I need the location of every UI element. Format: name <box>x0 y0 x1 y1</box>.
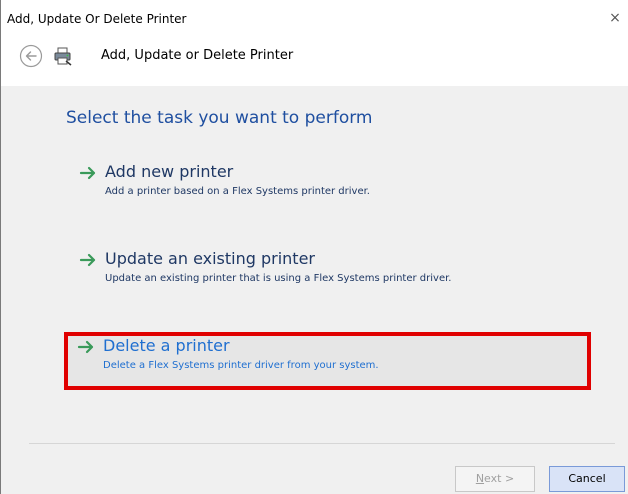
title-bar[interactable]: Add, Update Or Delete Printer × <box>1 0 628 30</box>
next-label: ext > <box>484 472 515 485</box>
wizard-title: Add, Update or Delete Printer <box>101 48 294 63</box>
instruction-heading: Select the task you want to perform <box>66 108 373 128</box>
printer-icon <box>53 46 73 66</box>
wizard-header: Add, Update or Delete Printer <box>1 30 628 86</box>
cancel-button[interactable]: Cancel <box>549 466 625 492</box>
option-title: Update an existing printer <box>105 249 315 268</box>
green-arrow-icon <box>79 165 99 181</box>
back-arrow-icon[interactable] <box>19 44 43 68</box>
option-description: Delete a Flex Systems printer driver fro… <box>103 360 379 371</box>
option-title: Add new printer <box>105 162 234 181</box>
dialog-window: Add, Update Or Delete Printer × Add, Upd… <box>0 0 628 494</box>
green-arrow-icon <box>77 339 97 355</box>
option-description: Update an existing printer that is using… <box>105 273 452 284</box>
next-mnemonic: N <box>475 472 485 485</box>
option-description: Add a printer based on a Flex Systems pr… <box>105 186 370 197</box>
option-delete-printer[interactable]: Delete a printer Delete a Flex Systems p… <box>64 332 591 390</box>
close-icon[interactable]: × <box>608 10 622 26</box>
window-title: Add, Update Or Delete Printer <box>7 12 187 26</box>
option-update-printer[interactable]: Update an existing printer Update an exi… <box>67 248 587 298</box>
option-title: Delete a printer <box>103 336 230 355</box>
green-arrow-icon <box>79 252 99 268</box>
footer-divider <box>29 443 615 444</box>
next-button[interactable]: Next > <box>455 466 535 492</box>
option-add-new-printer[interactable]: Add new printer Add a printer based on a… <box>67 161 587 211</box>
task-panel: Select the task you want to perform Add … <box>1 86 628 442</box>
